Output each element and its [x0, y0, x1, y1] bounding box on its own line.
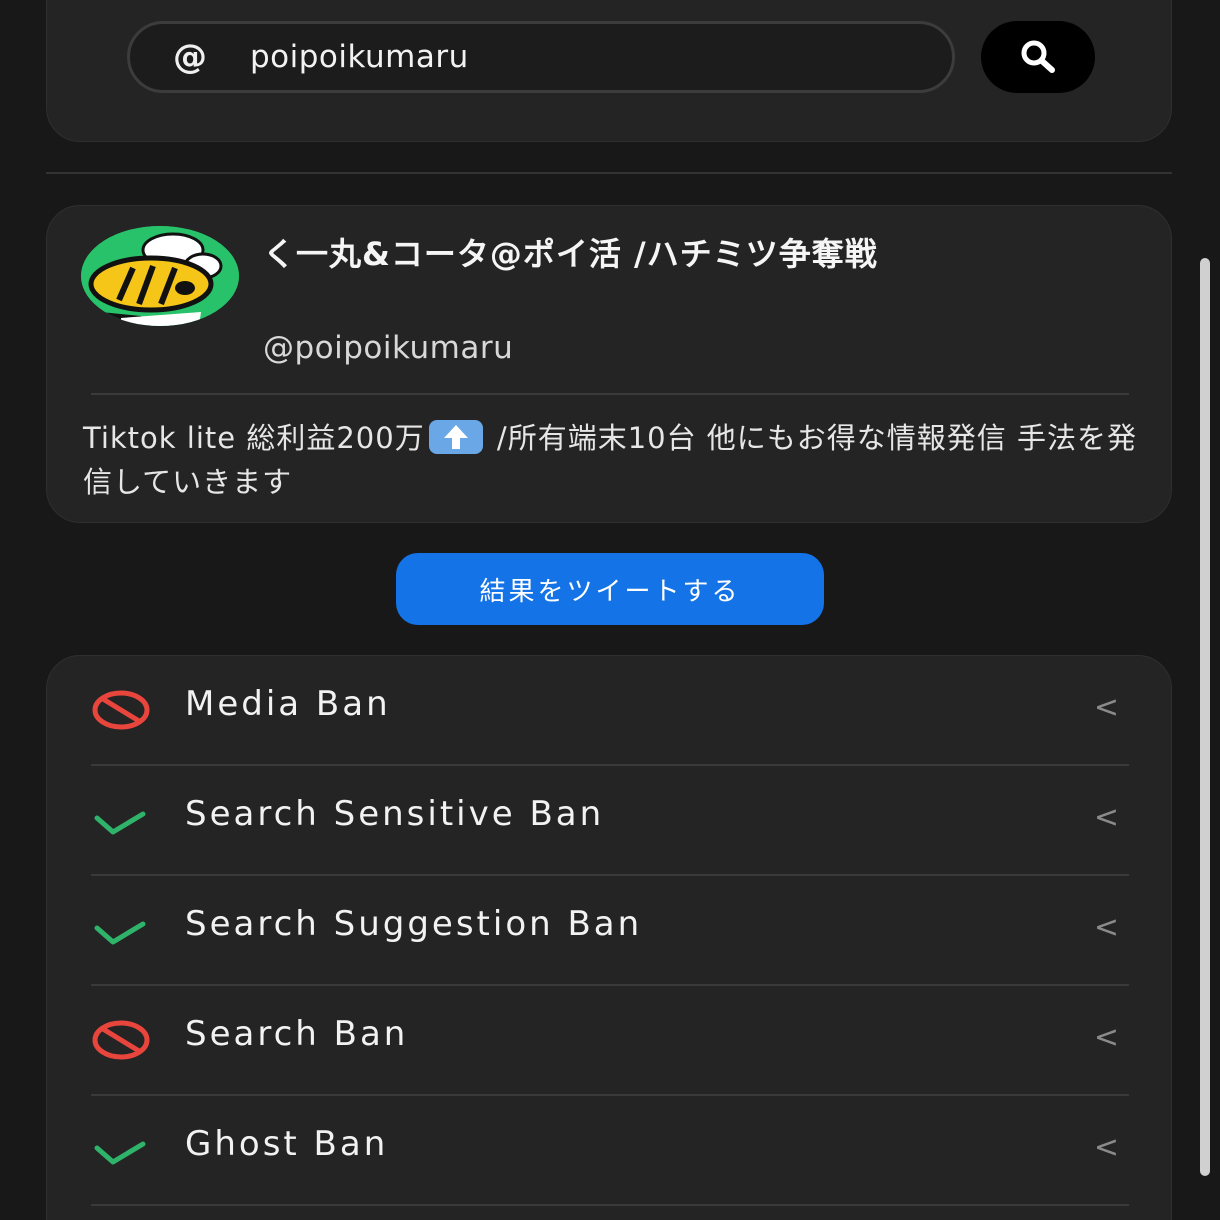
scrollbar[interactable]	[1200, 258, 1210, 1176]
result-label: Ghost Ban	[185, 1124, 389, 1164]
check-icon	[91, 908, 151, 952]
result-label: Search Ban	[185, 1014, 409, 1054]
result-row[interactable]: Media Ban <	[91, 656, 1129, 766]
ban-icon	[91, 1018, 151, 1062]
result-label: Media Ban	[185, 684, 391, 724]
search-icon	[1021, 40, 1055, 73]
chevron-left-icon[interactable]: <	[1094, 910, 1119, 945]
chevron-left-icon[interactable]: <	[1094, 1130, 1119, 1165]
check-icon	[91, 798, 151, 842]
chevron-left-icon[interactable]: <	[1094, 690, 1119, 725]
bee-avatar-icon	[81, 226, 239, 326]
bio: Tiktok lite 総利益200万 /所有端末10台 他にもお得な情報発信 …	[83, 416, 1143, 504]
ban-icon	[91, 688, 151, 732]
display-name: く一丸&コータ@ポイ活 /ハチミツ争奪戦	[263, 235, 878, 273]
result-label: Search Suggestion Ban	[185, 904, 643, 944]
row-divider	[91, 1204, 1129, 1206]
result-row[interactable]: Search Sensitive Ban <	[91, 766, 1129, 876]
search-box[interactable]: @	[127, 21, 955, 93]
chevron-left-icon[interactable]: <	[1094, 1020, 1119, 1055]
avatar	[81, 226, 239, 326]
page: @ く一丸&コータ@ポイ活 /ハチ	[0, 0, 1220, 1220]
bio-text-part1: Tiktok lite 総利益200万	[83, 421, 425, 455]
tweet-result-button[interactable]: 結果をツイートする	[396, 553, 824, 625]
section-divider	[46, 172, 1172, 174]
profile-card: く一丸&コータ@ポイ活 /ハチミツ争奪戦 @poipoikumaru Tikto…	[46, 205, 1172, 523]
up-arrow-emoji-icon	[428, 420, 483, 454]
search-input[interactable]	[250, 39, 900, 75]
profile-divider	[91, 393, 1129, 395]
results-card: Media Ban < Search Sensitive Ban < Search Su…	[46, 655, 1172, 1220]
search-button[interactable]	[981, 21, 1095, 93]
user-handle: @poipoikumaru	[263, 330, 514, 366]
check-icon	[91, 1128, 151, 1172]
result-row[interactable]: Search Ban <	[91, 986, 1129, 1096]
search-card: @	[46, 0, 1172, 142]
at-icon: @	[173, 37, 207, 77]
chevron-left-icon[interactable]: <	[1094, 800, 1119, 835]
result-row[interactable]: Ghost Ban <	[91, 1096, 1129, 1206]
result-row[interactable]: Search Suggestion Ban <	[91, 876, 1129, 986]
result-label: Search Sensitive Ban	[185, 794, 605, 834]
